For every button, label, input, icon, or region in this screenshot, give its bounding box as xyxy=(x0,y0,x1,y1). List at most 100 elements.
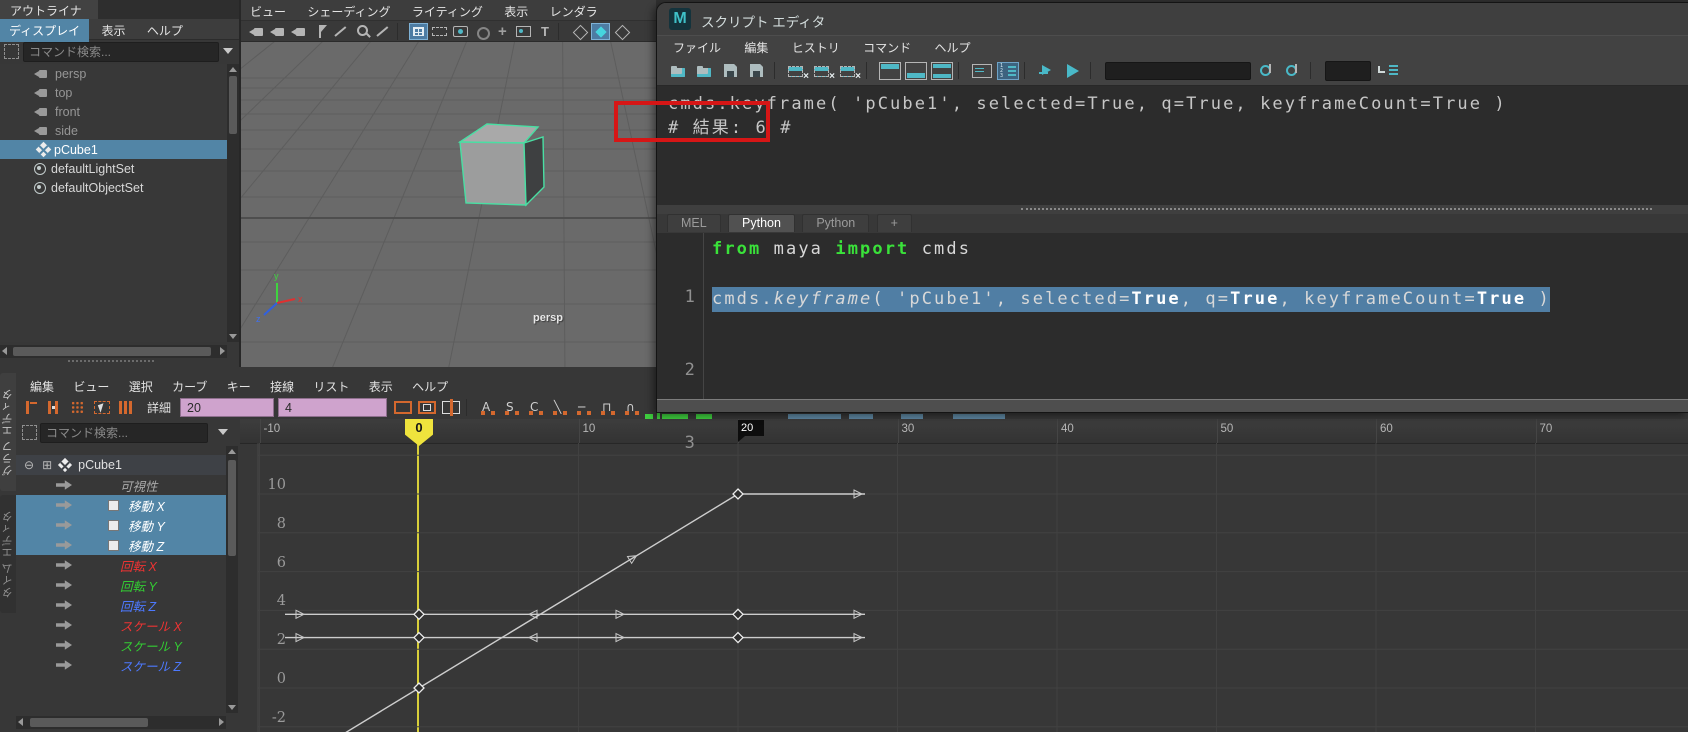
tab-graph-editor[interactable]: グラフ エディタ xyxy=(0,373,16,491)
key-pin-icon[interactable] xyxy=(56,620,72,630)
collapse-icon[interactable]: ⊖ xyxy=(24,458,34,472)
camera-lock-icon[interactable] xyxy=(269,23,288,40)
lattice-deform-icon[interactable] xyxy=(68,399,88,416)
open-script-icon[interactable] xyxy=(669,62,691,80)
menu-edit[interactable]: 編集 xyxy=(22,375,62,398)
outliner-search-input[interactable] xyxy=(24,43,228,61)
scroll-up-icon[interactable] xyxy=(229,67,237,72)
scrollbar-handle[interactable] xyxy=(228,460,236,556)
history-pane[interactable]: cmds.keyframe( 'pCube1', selected=True, … xyxy=(657,85,1688,205)
outliner-horizontal-scrollbar[interactable] xyxy=(0,345,227,358)
channel-可視性[interactable]: 可視性 xyxy=(16,475,226,495)
channel-スケール X[interactable]: スケール X xyxy=(16,615,226,635)
show-history-only-icon[interactable] xyxy=(879,62,901,80)
flat-tangent-icon[interactable] xyxy=(575,399,595,416)
spline-tangent-icon[interactable] xyxy=(503,399,523,416)
insert-key-icon[interactable] xyxy=(44,399,64,416)
menu-list[interactable]: リスト xyxy=(305,375,357,398)
key-pin-icon[interactable] xyxy=(56,480,72,490)
menu-display[interactable]: ディスプレイ xyxy=(0,19,90,42)
window-titlebar[interactable]: M スクリプト エディタ xyxy=(657,3,1688,36)
film-gate-icon[interactable] xyxy=(430,23,449,40)
search-input[interactable] xyxy=(1105,62,1251,80)
line-numbers-icon[interactable] xyxy=(997,62,1019,80)
crosshair-icon[interactable] xyxy=(493,23,512,40)
stat-value-field[interactable] xyxy=(278,398,388,417)
code-line-2[interactable] xyxy=(712,262,1688,287)
channel-スケール Z[interactable]: スケール Z xyxy=(16,655,226,675)
outliner-item-top[interactable]: top xyxy=(0,83,227,102)
code-input-pane[interactable]: 1 2 3 from maya import cmds cmds.keyfram… xyxy=(657,233,1688,453)
key-pin-icon[interactable] xyxy=(56,520,72,530)
pane-splitter[interactable] xyxy=(657,205,1688,214)
clamped-tangent-icon[interactable] xyxy=(527,399,547,416)
outliner-item-persp[interactable]: persp xyxy=(0,64,227,83)
execute-selected-icon[interactable] xyxy=(1037,62,1059,80)
outliner-item-front[interactable]: front xyxy=(0,102,227,121)
details-button[interactable]: 詳細 xyxy=(140,397,178,418)
channel-回転 X[interactable]: 回転 X xyxy=(16,555,226,575)
scroll-right-icon[interactable] xyxy=(219,718,224,726)
outliner-vertical-scrollbar[interactable] xyxy=(227,64,239,342)
outliner-item-defaultObjectSet[interactable]: defaultObjectSet xyxy=(0,178,227,197)
key-pin-icon[interactable] xyxy=(56,660,72,670)
tab-python-active[interactable]: Python xyxy=(728,214,795,232)
chevron-down-icon[interactable] xyxy=(218,429,228,435)
viewport-3d-view[interactable]: y x z persp xyxy=(241,42,656,376)
echo-commands-icon[interactable] xyxy=(971,62,993,80)
frame-all-icon[interactable] xyxy=(393,399,413,416)
channel-移動 X[interactable]: 移動 X xyxy=(16,495,226,515)
brush-icon[interactable] xyxy=(374,23,393,40)
code-line-1[interactable]: from maya import cmds xyxy=(712,237,1688,262)
bookmark-icon[interactable] xyxy=(311,23,330,40)
splitter-grip[interactable] xyxy=(1021,208,1652,210)
curve-view[interactable] xyxy=(240,443,1688,732)
outliner-item-defaultLightSet[interactable]: defaultLightSet xyxy=(0,159,227,178)
filter-icon[interactable] xyxy=(22,425,37,440)
shaded-cube-icon[interactable] xyxy=(591,22,610,40)
time-ruler[interactable]: -10 10 30 40 50 60 70 xyxy=(240,419,1688,444)
key-pin-icon[interactable] xyxy=(56,540,72,550)
gate-mask-icon[interactable] xyxy=(472,23,491,40)
search-up-icon[interactable] xyxy=(1283,62,1305,80)
camera-gear-icon[interactable] xyxy=(290,23,309,40)
frame-playback-icon[interactable] xyxy=(417,399,437,416)
keyframe-point[interactable] xyxy=(732,488,744,500)
channel-移動 Y[interactable]: 移動 Y xyxy=(16,515,226,535)
show-input-only-icon[interactable] xyxy=(905,62,927,80)
pen-icon[interactable] xyxy=(332,23,351,40)
panel-resize-grip[interactable] xyxy=(68,360,154,365)
cube-side-face[interactable] xyxy=(523,136,545,207)
menu-view[interactable]: ビュー xyxy=(65,375,117,398)
scroll-left-icon[interactable] xyxy=(2,347,7,355)
expand-icon[interactable]: ⊞ xyxy=(42,458,52,472)
text-hud-icon[interactable] xyxy=(535,23,554,40)
menu-curves[interactable]: カーブ xyxy=(164,375,215,398)
clear-all-icon[interactable] xyxy=(839,62,861,82)
menu-show[interactable]: 表示 xyxy=(93,19,135,42)
menu-command[interactable]: コマンド xyxy=(853,36,921,59)
menu-help[interactable]: ヘルプ xyxy=(138,19,192,42)
goto-line-icon[interactable] xyxy=(1377,62,1399,80)
region-select-icon[interactable] xyxy=(92,399,112,416)
linear-tangent-icon[interactable] xyxy=(551,399,571,416)
clear-input-icon[interactable] xyxy=(813,62,835,82)
channel-スケール Y[interactable]: スケール Y xyxy=(16,635,226,655)
key-pin-icon[interactable] xyxy=(56,580,72,590)
scroll-up-icon[interactable] xyxy=(228,449,236,454)
menu-keys[interactable]: キー xyxy=(219,375,259,398)
channel-回転 Y[interactable]: 回転 Y xyxy=(16,575,226,595)
outliner-item-side[interactable]: side xyxy=(0,121,227,140)
channel-回転 Z[interactable]: 回転 Z xyxy=(16,595,226,615)
stat-time-field[interactable] xyxy=(180,398,275,417)
keyframe-point[interactable] xyxy=(413,682,425,694)
search-down-icon[interactable] xyxy=(1257,62,1279,80)
key-pin-icon[interactable] xyxy=(56,500,72,510)
goto-line-input[interactable] xyxy=(1325,61,1371,81)
grid-icon[interactable] xyxy=(409,22,428,40)
outliner-item-pCube1[interactable]: pCube1 xyxy=(0,140,227,159)
chevron-down-icon[interactable] xyxy=(223,48,233,54)
tab-mel[interactable]: MEL xyxy=(667,214,721,232)
key-pin-icon[interactable] xyxy=(56,600,72,610)
load-script-icon[interactable] xyxy=(695,62,717,80)
